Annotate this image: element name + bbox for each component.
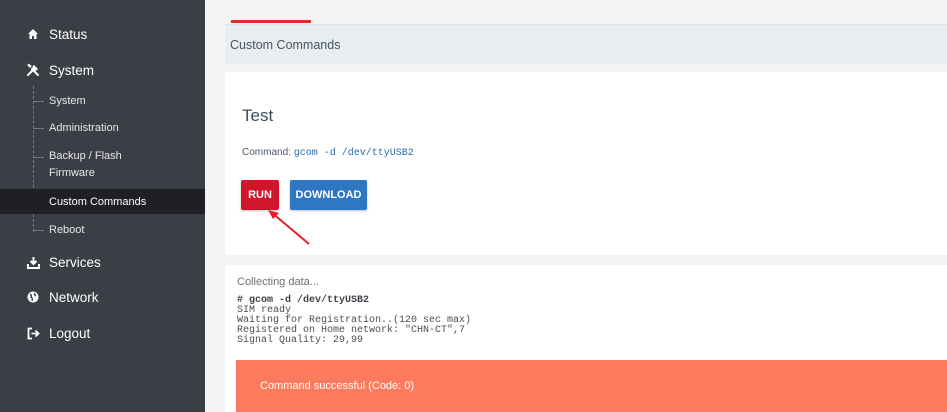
success-alert: Command successful (Code: 0) — [236, 360, 947, 412]
output-panel: Collecting data... # gcom -d /dev/ttyUSB… — [225, 265, 947, 412]
nav-status[interactable]: Status — [0, 19, 205, 49]
download-icon — [26, 255, 40, 269]
sidebar-item-label: Backup / Flash — [49, 150, 122, 162]
command-label: Command: — [242, 147, 291, 158]
download-button[interactable]: DOWNLOAD — [290, 180, 367, 210]
sidebar-item-custom-commands[interactable]: Custom Commands — [0, 189, 205, 214]
sidebar-item-label: Reboot — [49, 224, 85, 236]
nav-services-label: Services — [49, 254, 101, 270]
nav-system[interactable]: System — [0, 55, 205, 85]
nav-network-label: Network — [49, 289, 99, 305]
nav-logout-label: Logout — [49, 325, 91, 341]
command-log: # gcom -d /dev/ttyUSB2 SIM ready Waiting… — [237, 296, 471, 346]
nav-status-label: Status — [49, 26, 88, 42]
command-line: Command: gcom -d /dev/ttyUSB2 — [242, 147, 414, 159]
command-value: gcom -d /dev/ttyUSB2 — [293, 148, 414, 159]
nav-services[interactable]: Services — [0, 247, 205, 277]
run-button[interactable]: RUN — [241, 180, 279, 210]
sidebar-item-backup-flash[interactable]: Backup / Flash Firmware — [0, 148, 205, 182]
command-panel: Test Command: gcom -d /dev/ttyUSB2 RUN D… — [225, 72, 947, 255]
nav-network[interactable]: Network — [0, 282, 205, 312]
sidebar-item-label: Custom Commands — [49, 195, 147, 208]
sidebar: Status System System Administration Back… — [0, 0, 205, 412]
main-content: Custom Commands Test Command: gcom -d /d… — [205, 0, 947, 412]
sidebar-item-label: Administration — [49, 122, 119, 134]
nav-logout[interactable]: Logout — [0, 318, 205, 348]
nav-system-label: System — [49, 62, 95, 78]
collecting-status: Collecting data... — [237, 276, 319, 288]
sidebar-item-reboot[interactable]: Reboot — [0, 221, 205, 239]
sidebar-item-label: System — [49, 95, 86, 107]
sidebar-item-administration[interactable]: Administration — [0, 119, 205, 137]
breadcrumb-bar: Custom Commands — [225, 24, 947, 64]
panel-title: Test — [242, 106, 274, 125]
annotation-arrow-icon — [268, 210, 310, 245]
logout-icon — [26, 326, 40, 340]
tab-bar — [205, 0, 947, 23]
log-line: Signal Quality: 29,99 — [237, 335, 364, 346]
tools-icon — [26, 63, 40, 77]
globe-icon — [26, 290, 40, 304]
sidebar-item-system[interactable]: System — [0, 92, 205, 110]
breadcrumb: Custom Commands — [230, 38, 341, 52]
sidebar-item-label-line2: Firmware — [49, 167, 95, 179]
home-icon — [26, 27, 40, 41]
alert-message: Command successful (Code: 0) — [260, 380, 415, 392]
active-tab-indicator — [231, 20, 311, 23]
